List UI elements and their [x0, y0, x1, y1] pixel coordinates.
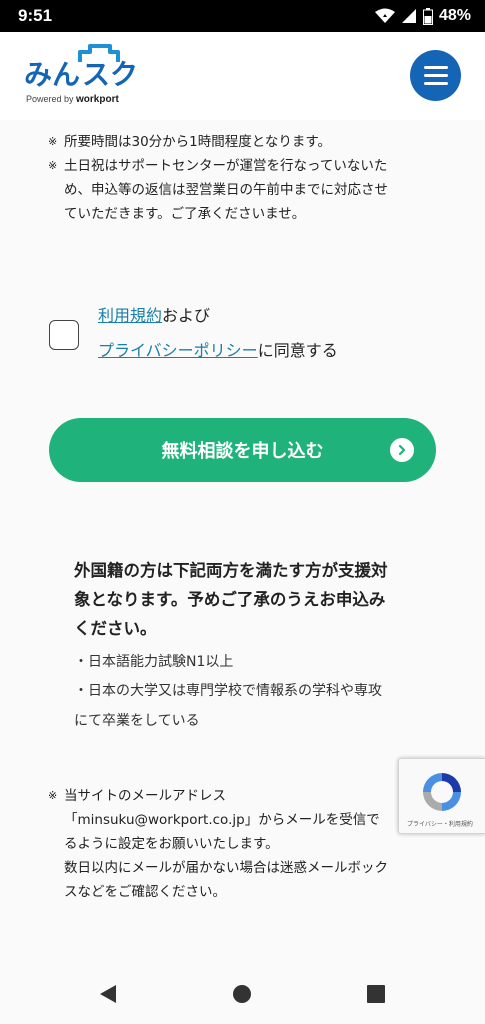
svg-text:スク: スク [82, 58, 138, 90]
recaptcha-icon [423, 773, 461, 811]
consent-line-2: プライバシーポリシーに同意する [98, 341, 338, 360]
status-bar: 9:51 48% [0, 0, 485, 32]
battery-icon [422, 7, 433, 25]
duration-note: ※ 所要時間は30分から1時間程度となります。 [48, 134, 332, 150]
chevron-right-icon [390, 438, 414, 462]
consent-line-1: 利用規約および [98, 306, 211, 325]
home-icon[interactable] [232, 984, 252, 1004]
status-icons: 48% [374, 7, 471, 25]
eligibility-item-jlpt: ・日本語能力試験N1以上 [74, 654, 234, 670]
signal-icon [401, 9, 416, 23]
recents-icon[interactable] [366, 984, 386, 1004]
powered-by: Powered by workport [26, 94, 119, 105]
site-header: みん スク Powered by workport [0, 32, 485, 120]
eligibility-item-degree: ・日本の大学又は専門学校で情報系の学科や専攻 にて卒業をしている [74, 683, 382, 729]
eligibility-title: 外国籍の方は下記両方を満たす方が支援対 象となります。予めご了承のうえお申込み … [74, 561, 388, 638]
android-nav-bar [0, 960, 485, 1024]
logo-mark-icon: みん スク [24, 44, 138, 90]
terms-link[interactable]: 利用規約 [98, 306, 162, 325]
weekend-note: ※ 土日祝はサポートセンターが運営を行なっていないた め、申込等の返信は翌営業日… [48, 158, 388, 222]
site-logo[interactable]: みん スク Powered by workport [24, 44, 144, 108]
wifi-icon [374, 8, 395, 23]
hamburger-menu-button[interactable] [410, 50, 461, 101]
recaptcha-terms[interactable]: プライバシー・利用規約 [407, 819, 473, 828]
back-icon[interactable] [98, 984, 118, 1004]
agree-checkbox[interactable] [49, 320, 79, 350]
svg-text:みん: みん [24, 58, 80, 90]
menu-bar [423, 74, 448, 77]
submit-consultation-button[interactable]: 無料相談を申し込む [49, 418, 436, 482]
privacy-policy-link[interactable]: プライバシーポリシー [98, 341, 258, 360]
recaptcha-badge[interactable]: プライバシー・利用規約 [398, 758, 485, 834]
menu-bar [423, 66, 448, 69]
battery-percent: 48% [438, 7, 471, 24]
status-time: 9:51 [18, 6, 53, 25]
email-note: ※ 当サイトのメールアドレス 「minsuku@workport.co.jp」か… [48, 788, 388, 900]
submit-label: 無料相談を申し込む [161, 441, 324, 462]
menu-bar [423, 82, 448, 85]
